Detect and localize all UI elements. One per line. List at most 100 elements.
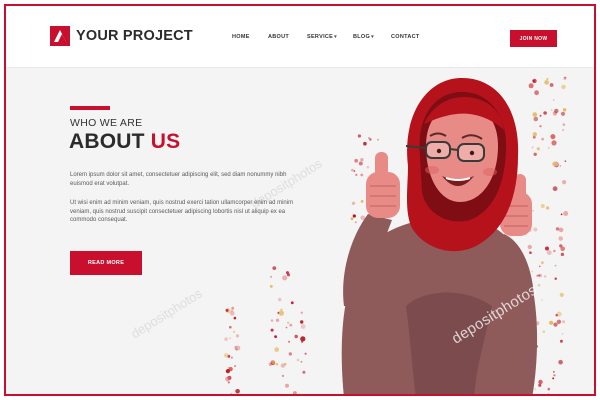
confetti-dot xyxy=(533,152,537,156)
confetti-dot xyxy=(555,227,560,231)
confetti-dot xyxy=(550,109,553,111)
confetti-dot xyxy=(268,362,272,366)
confetti-dot xyxy=(373,179,376,181)
confetti-dot xyxy=(530,321,534,325)
nav-contact[interactable]: CONTACT xyxy=(391,34,420,40)
confetti-dot xyxy=(280,363,286,368)
confetti-dot xyxy=(278,297,282,302)
confetti-dot xyxy=(293,391,297,394)
confetti-dot xyxy=(357,134,361,138)
confetti-dot xyxy=(562,128,565,132)
confetti-dot xyxy=(275,362,279,366)
confetti-dot xyxy=(539,125,542,128)
join-now-button[interactable]: JOIN NOW xyxy=(510,30,557,47)
confetti-dot xyxy=(366,165,370,169)
confetti-dot xyxy=(552,111,558,116)
confetti-dot xyxy=(547,387,551,391)
confetti-dot xyxy=(227,375,232,380)
confetti-dot xyxy=(234,365,237,368)
chevron-down-icon: ▾ xyxy=(371,34,374,40)
confetti-dot xyxy=(558,227,564,233)
confetti-dot xyxy=(290,301,294,305)
confetti-dot xyxy=(533,116,539,122)
confetti-dot xyxy=(368,137,370,139)
confetti-dot xyxy=(363,300,367,303)
read-more-button[interactable]: READ MORE xyxy=(70,251,142,275)
confetti-dot xyxy=(288,340,291,343)
confetti-dot xyxy=(543,275,547,278)
confetti-dot xyxy=(360,342,364,345)
confetti-dot xyxy=(357,261,360,264)
confetti-dot xyxy=(275,318,280,322)
confetti-dot xyxy=(354,221,357,224)
confetti-dot xyxy=(285,326,288,329)
confetti-dot xyxy=(541,137,544,141)
confetti-dot xyxy=(274,335,277,338)
confetti-dot xyxy=(272,266,277,270)
confetti-dot xyxy=(374,213,380,218)
confetti-dot xyxy=(296,358,300,362)
confetti-dot xyxy=(363,361,365,364)
confetti-dot xyxy=(532,78,537,84)
confetti-dot xyxy=(562,320,566,324)
confetti-dot xyxy=(552,161,557,167)
confetti-dot xyxy=(564,76,567,79)
glasses xyxy=(405,141,485,162)
confetti-dot xyxy=(352,214,356,218)
nav-service[interactable]: SERVICE▾ xyxy=(307,34,337,40)
confetti-dot xyxy=(235,348,238,351)
confetti-dot xyxy=(537,284,541,287)
confetti-dot xyxy=(355,173,358,176)
confetti-dot xyxy=(300,360,303,363)
confetti-dot xyxy=(286,271,289,275)
confetti-dot xyxy=(546,206,550,210)
confetti-dot xyxy=(536,274,539,277)
confetti-dot xyxy=(538,273,543,278)
confetti-dot xyxy=(294,334,298,339)
confetti-dot xyxy=(547,393,550,394)
left-arm xyxy=(343,214,392,306)
nav-blog[interactable]: BLOG▾ xyxy=(353,34,374,40)
confetti-dot xyxy=(554,264,557,267)
confetti-dot xyxy=(377,138,379,141)
confetti-dot xyxy=(283,362,287,366)
confetti-dot xyxy=(270,319,274,322)
confetti-dot xyxy=(538,383,542,387)
confetti-dot xyxy=(552,99,555,101)
confetti-dot xyxy=(559,339,563,343)
confetti-dot xyxy=(300,324,306,329)
confetti-dot xyxy=(360,200,364,203)
confetti-dot xyxy=(527,244,532,250)
confetti-dot xyxy=(358,161,363,166)
confetti-dot xyxy=(553,161,559,167)
confetti-dot xyxy=(562,180,567,185)
nav-home[interactable]: HOME xyxy=(232,34,250,40)
hero-eyebrow: WHO WE ARE xyxy=(70,117,143,129)
confetti-dot xyxy=(230,309,234,313)
confetti-dot xyxy=(511,251,514,255)
confetti-dot xyxy=(225,369,230,374)
nav-about[interactable]: ABOUT xyxy=(268,34,289,40)
confetti-dot xyxy=(529,251,532,254)
confetti-dot xyxy=(302,370,306,374)
confetti-dot xyxy=(558,236,561,239)
confetti-dot xyxy=(531,324,537,330)
hero-paragraph-1: Lorem ipsum dolor sit amet, consectetuer… xyxy=(70,172,287,187)
confetti-dot xyxy=(368,237,374,243)
confetti-dot xyxy=(364,335,370,341)
confetti-dot xyxy=(271,360,275,364)
main-nav: HOME ABOUT SERVICE▾ BLOG▾ CONTACT xyxy=(6,34,594,46)
hijab xyxy=(407,78,519,252)
confetti-dot xyxy=(561,332,564,335)
confetti-dot xyxy=(376,297,379,301)
confetti-dot xyxy=(531,146,534,149)
smile xyxy=(442,176,474,186)
hero-title-highlight: US xyxy=(150,130,181,153)
confetti-dot xyxy=(270,275,273,278)
confetti-dot xyxy=(288,352,292,356)
confetti-dot xyxy=(360,158,364,162)
confetti-dot xyxy=(538,274,541,277)
hijab-fold xyxy=(424,97,504,130)
confetti-dot xyxy=(355,311,358,314)
confetti-dot xyxy=(356,323,361,328)
